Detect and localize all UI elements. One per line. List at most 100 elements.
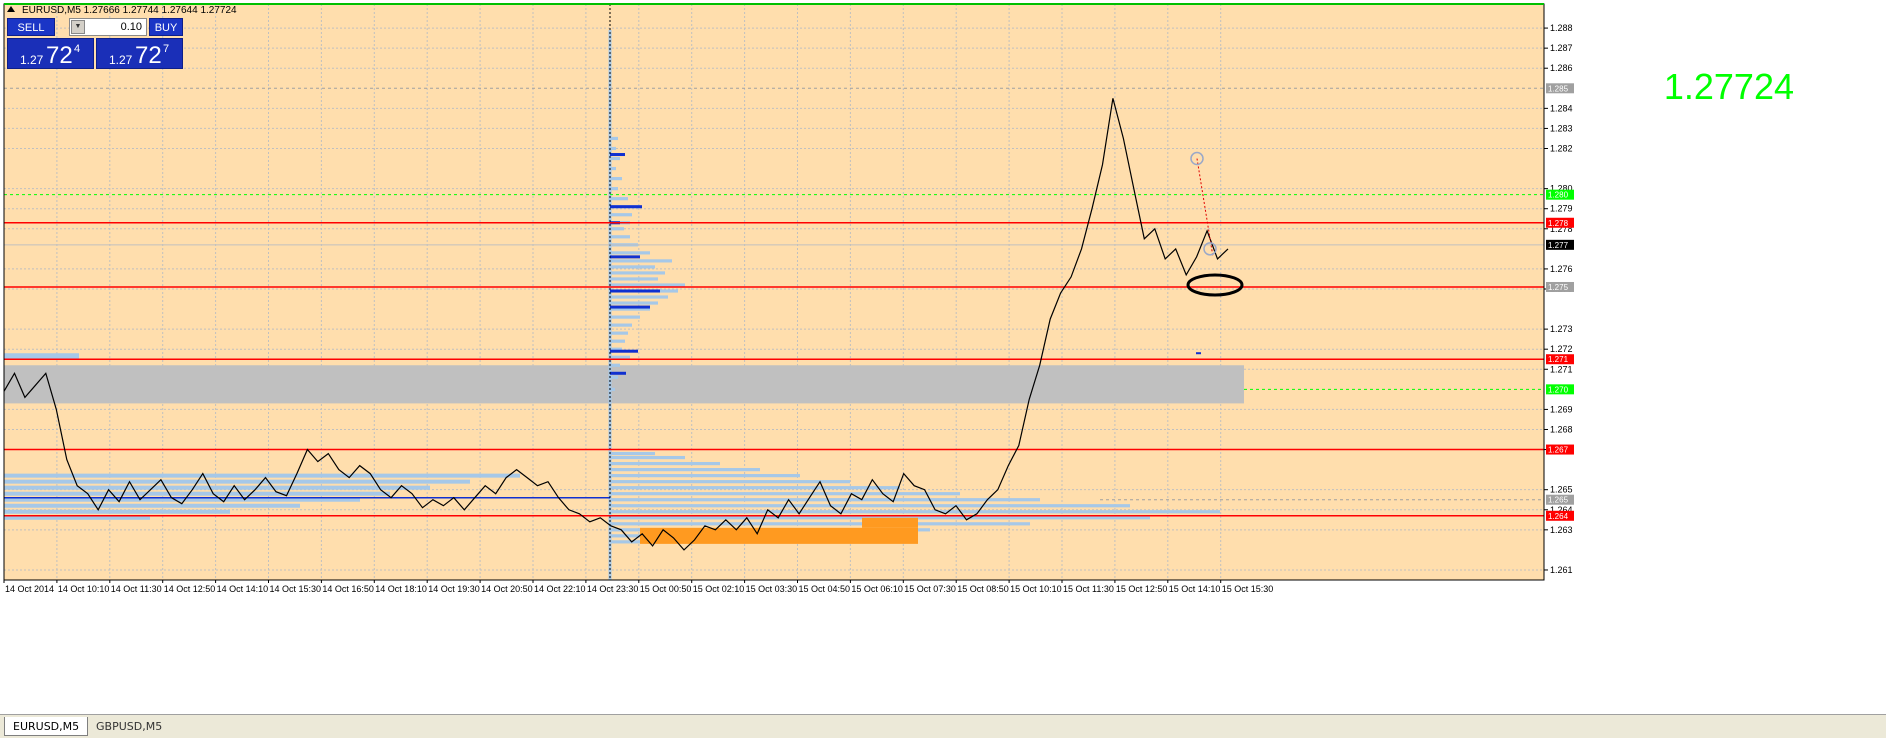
volume-block-orange xyxy=(640,527,918,544)
one-click-trading-panel: SELL ▼ 0.10 BUY 1.27 72 4 1.27 72 7 xyxy=(7,18,183,69)
volume-profile-highlight xyxy=(610,255,640,259)
buy-price-sup: 7 xyxy=(163,43,170,55)
volume-profile-highlight xyxy=(610,153,625,157)
x-tick-label: 15 Oct 02:10 xyxy=(693,584,745,594)
volume-profile-bar xyxy=(4,485,430,490)
sell-price-big: 72 xyxy=(46,42,73,69)
x-tick-label: 15 Oct 06:10 xyxy=(851,584,903,594)
x-tick-label: 15 Oct 00:50 xyxy=(640,584,692,594)
buy-price-box[interactable]: 1.27 72 7 xyxy=(96,38,183,69)
x-tick-label: 14 Oct 18:10 xyxy=(375,584,427,594)
x-tick-label: 14 Oct 14:10 xyxy=(217,584,269,594)
volume-profile-bar xyxy=(610,504,1130,508)
y-tick-label: 1.268 xyxy=(1550,424,1573,434)
volume-profile-bar xyxy=(610,355,630,359)
volume-profile-bar xyxy=(4,353,79,360)
sell-price-sup: 4 xyxy=(74,43,81,55)
x-tick-label: 14 Oct 23:30 xyxy=(587,584,639,594)
y-tick-label: 1.276 xyxy=(1550,264,1573,274)
volume-profile-bar xyxy=(4,491,390,496)
price-tag-label: 1.277 xyxy=(1548,241,1569,250)
volume-profile-bar xyxy=(610,227,624,231)
price-tag-label: 1.278 xyxy=(1548,219,1569,228)
y-tick-label: 1.271 xyxy=(1550,364,1573,374)
y-tick-label: 1.284 xyxy=(1550,103,1573,113)
sell-price-small: 1.27 xyxy=(20,53,44,67)
volume-profile-bar xyxy=(610,451,655,456)
sell-button[interactable]: SELL xyxy=(7,18,55,36)
x-tick-label: 15 Oct 14:10 xyxy=(1169,584,1221,594)
y-tick-label: 1.273 xyxy=(1550,324,1573,334)
volume-profile-highlight xyxy=(610,289,660,293)
volume-profile-bar xyxy=(610,177,622,181)
x-tick-label: 14 Oct 15:30 xyxy=(270,584,322,594)
volume-profile-bar xyxy=(610,331,628,335)
buy-price-big: 72 xyxy=(135,42,162,69)
x-tick-label: 14 Oct 2014 xyxy=(5,584,54,594)
x-tick-label: 15 Oct 03:30 xyxy=(746,584,798,594)
x-tick-label: 15 Oct 08:50 xyxy=(957,584,1009,594)
price-tag-label: 1.280 xyxy=(1548,191,1569,200)
volume-profile-bar xyxy=(610,277,658,281)
price-tag-label: 1.264 xyxy=(1548,512,1569,521)
y-tick-label: 1.261 xyxy=(1550,565,1573,575)
volume-profile-bar xyxy=(610,265,655,269)
volume-profile-bar xyxy=(610,480,850,484)
volume-block-orange xyxy=(862,517,918,528)
volume-profile-highlight xyxy=(610,349,638,353)
support-zone-rect xyxy=(4,365,1244,404)
volume-profile-bar xyxy=(610,235,630,239)
y-tick-label: 1.288 xyxy=(1550,23,1573,33)
lot-dropdown-icon[interactable]: ▼ xyxy=(71,20,85,34)
volume-profile-bar xyxy=(610,295,668,299)
lot-size-field[interactable]: ▼ 0.10 xyxy=(69,18,147,36)
current-price-big: 1.27724 xyxy=(1663,66,1794,107)
volume-profile-bar xyxy=(4,473,520,478)
volume-profile-bar xyxy=(610,339,625,343)
sell-price-box[interactable]: 1.27 72 4 xyxy=(7,38,94,69)
price-chart[interactable]: 14 Oct 2014 14 Oct 10:10 14 Oct 11:30 14 Oc… xyxy=(0,0,1886,714)
y-tick-label: 1.265 xyxy=(1550,485,1573,495)
price-tag-label: 1.267 xyxy=(1548,446,1569,455)
price-tag-label: 1.275 xyxy=(1548,283,1569,292)
y-tick-label: 1.286 xyxy=(1550,63,1573,73)
y-tick-label: 1.269 xyxy=(1550,404,1573,414)
y-tick-label: 1.279 xyxy=(1550,204,1573,214)
y-tick-label: 1.272 xyxy=(1550,344,1573,354)
tab-eurusd-m5[interactable]: EURUSD,M5 xyxy=(4,717,89,736)
chart-tab-bar: EURUSD,M5 GBPUSD,M5 xyxy=(0,714,1886,738)
chart-area[interactable]: 14 Oct 2014 14 Oct 10:10 14 Oct 11:30 14 Oc… xyxy=(0,0,1886,714)
x-tick-label: 14 Oct 11:30 xyxy=(111,584,162,594)
x-tick-label: 15 Oct 04:50 xyxy=(799,584,851,594)
volume-profile-bar xyxy=(4,479,470,484)
volume-profile-bar xyxy=(610,468,760,472)
volume-profile-bar xyxy=(610,461,720,466)
volume-profile-bar xyxy=(610,213,632,217)
tab-gbpusd-m5[interactable]: GBPUSD,M5 xyxy=(88,717,170,736)
volume-profile-highlight xyxy=(610,205,642,209)
x-tick-label: 15 Oct 07:30 xyxy=(904,584,956,594)
lot-value: 0.10 xyxy=(120,21,142,33)
volume-profile-bar xyxy=(610,486,900,490)
price-tag-label: 1.265 xyxy=(1548,496,1569,505)
volume-profile-bar xyxy=(610,492,960,496)
price-tag-label: 1.271 xyxy=(1548,355,1569,364)
volume-profile-bar xyxy=(610,323,632,327)
x-tick-label: 14 Oct 12:50 xyxy=(164,584,216,594)
x-tick-label: 14 Oct 10:10 xyxy=(58,584,110,594)
volume-profile-bar xyxy=(610,498,1040,502)
x-tick-label: 14 Oct 20:50 xyxy=(481,584,533,594)
y-tick-label: 1.287 xyxy=(1550,43,1573,53)
x-tick-label: 15 Oct 11:30 xyxy=(1063,584,1114,594)
symbol-header: EURUSD,M5 1.27666 1.27744 1.27644 1.2772… xyxy=(22,5,237,16)
buy-price-small: 1.27 xyxy=(109,53,133,67)
y-tick-label: 1.283 xyxy=(1550,123,1573,133)
buy-button[interactable]: BUY xyxy=(149,18,183,36)
x-tick-label: 14 Oct 19:30 xyxy=(428,584,480,594)
volume-profile-bar xyxy=(610,522,1030,526)
x-tick-label: 15 Oct 15:30 xyxy=(1222,584,1274,594)
collapse-triangle-icon[interactable] xyxy=(7,6,15,12)
volume-profile-bar xyxy=(610,510,1220,514)
volume-profile-highlight xyxy=(610,305,650,309)
volume-profile-bar xyxy=(610,455,685,460)
